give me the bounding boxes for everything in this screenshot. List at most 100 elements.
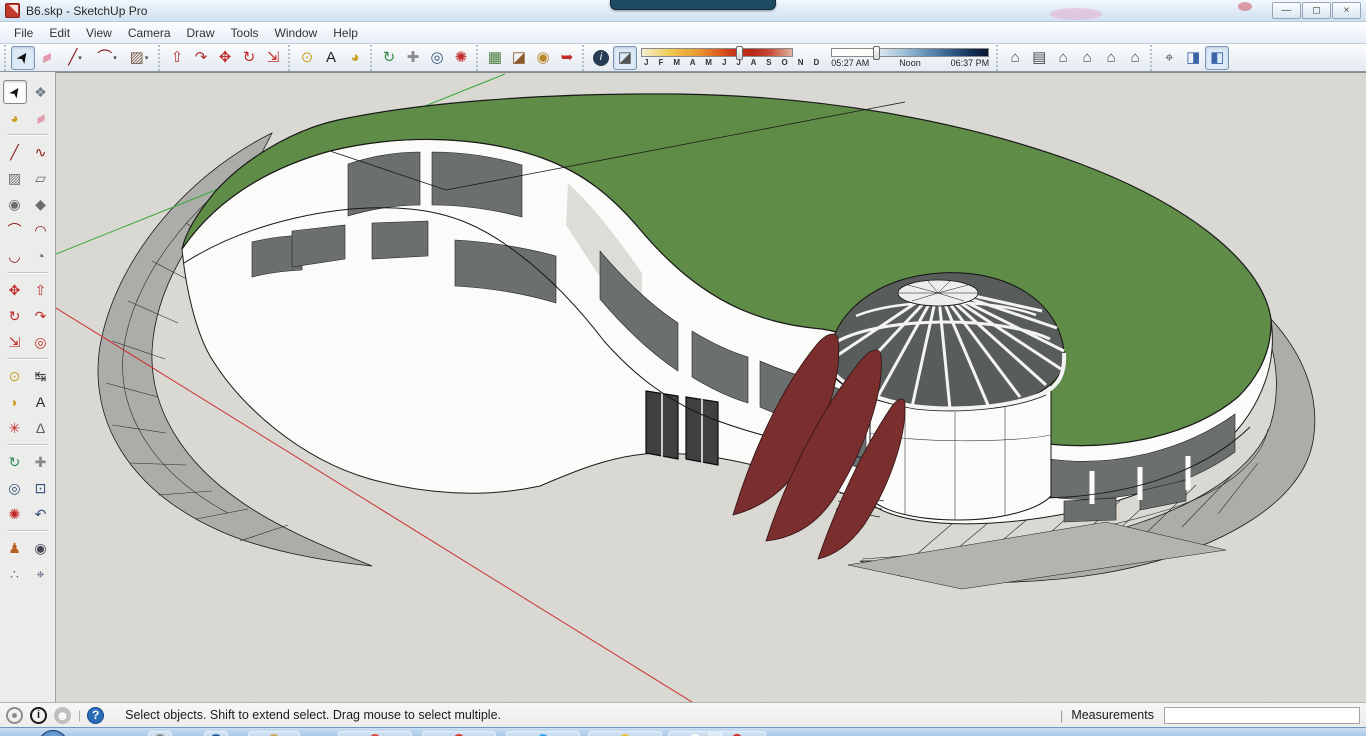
menu-file[interactable]: File bbox=[6, 24, 41, 42]
taskbar-app-9[interactable] bbox=[708, 731, 766, 736]
paint-bucket-tool[interactable]: ◕ bbox=[3, 106, 27, 130]
previous-view-tool[interactable]: ↶ bbox=[29, 502, 53, 526]
month-slider-handle[interactable] bbox=[735, 46, 743, 60]
section-plane-tool[interactable]: ⌖ bbox=[29, 562, 53, 586]
dropdown-caret-icon[interactable]: ▾ bbox=[78, 54, 82, 62]
pie-tool[interactable]: ◔ bbox=[29, 244, 53, 268]
pan-tool[interactable]: ✚ bbox=[401, 46, 425, 70]
taskbar-app-2[interactable] bbox=[204, 731, 228, 736]
menu-camera[interactable]: Camera bbox=[120, 24, 179, 42]
sign-in-icon[interactable]: ☻ bbox=[54, 706, 71, 724]
model-viewport[interactable] bbox=[55, 72, 1366, 708]
view-iso-button[interactable]: ⌂ bbox=[1003, 46, 1027, 70]
tape-measure-tool[interactable]: ⊙ bbox=[3, 364, 27, 388]
line-tool[interactable]: ╱ bbox=[3, 140, 27, 164]
taskbar-app-4[interactable] bbox=[338, 731, 412, 736]
view-back-button[interactable]: ⌂ bbox=[1099, 46, 1123, 70]
rectangle-tool[interactable]: ▨ ▾ bbox=[123, 46, 155, 70]
two-point-arc-tool[interactable]: ◠ bbox=[29, 218, 53, 242]
taskbar-app-3[interactable] bbox=[248, 731, 300, 736]
rotate-tool[interactable]: ↻ bbox=[237, 46, 261, 70]
geolocation-icon[interactable] bbox=[6, 706, 23, 724]
menu-draw[interactable]: Draw bbox=[179, 24, 223, 42]
three-point-arc-tool[interactable]: ◡ bbox=[3, 244, 27, 268]
taskbar-app-7[interactable] bbox=[588, 731, 662, 736]
zoom-tool[interactable]: ◎ bbox=[425, 46, 449, 70]
scale-tool[interactable]: ⇲ bbox=[261, 46, 285, 70]
dropdown-caret-icon[interactable]: ▾ bbox=[113, 54, 117, 62]
text-tool[interactable]: A bbox=[319, 46, 343, 70]
move-tool[interactable]: ✥ bbox=[3, 278, 27, 302]
push-pull-tool[interactable]: ⇧ bbox=[165, 46, 189, 70]
follow-me-tool[interactable]: ↷ bbox=[29, 304, 53, 328]
view-left-button[interactable]: ⌂ bbox=[1123, 46, 1147, 70]
walk-tool[interactable]: ∴ bbox=[3, 562, 27, 586]
photo-textures-button[interactable]: ◉ bbox=[531, 46, 555, 70]
text-tool[interactable]: A bbox=[29, 390, 53, 414]
taskbar-app-1[interactable] bbox=[148, 731, 172, 736]
menu-edit[interactable]: Edit bbox=[41, 24, 78, 42]
zoom-extents-tool[interactable]: ✺ bbox=[3, 502, 27, 526]
measurements-input[interactable] bbox=[1164, 706, 1360, 724]
display-section-cuts-button[interactable]: ◧ bbox=[1205, 45, 1230, 70]
taskbar-app-5[interactable] bbox=[422, 731, 496, 736]
scale-tool[interactable]: ⇲ bbox=[3, 330, 27, 354]
pan-tool[interactable]: ✚ bbox=[29, 450, 53, 474]
eraser-tool[interactable]: ▰ bbox=[35, 46, 59, 70]
shadow-month-slider[interactable] bbox=[641, 46, 793, 60]
zoom-extents-tool[interactable]: ✺ bbox=[449, 46, 473, 70]
follow-me-tool[interactable]: ↷ bbox=[189, 46, 213, 70]
display-section-planes-button[interactable]: ◨ bbox=[1181, 46, 1205, 70]
toggle-terrain-button[interactable]: ◪ bbox=[507, 46, 531, 70]
zoom-window-tool[interactable]: ⊡ bbox=[29, 476, 53, 500]
eraser-tool[interactable]: ▰ bbox=[29, 106, 53, 130]
view-top-button[interactable]: ▤ bbox=[1027, 46, 1051, 70]
menu-view[interactable]: View bbox=[78, 24, 120, 42]
shadow-time-slider[interactable] bbox=[831, 45, 990, 60]
orbit-tool[interactable]: ↻ bbox=[3, 450, 27, 474]
rotate-tool[interactable]: ↻ bbox=[3, 304, 27, 328]
rectangle-tool[interactable]: ▨ bbox=[3, 166, 27, 190]
claim-credit-icon[interactable]: i bbox=[30, 706, 47, 724]
orbit-tool[interactable]: ↻ bbox=[377, 46, 401, 70]
close-button[interactable]: × bbox=[1332, 2, 1361, 19]
tape-measure-tool[interactable]: ⊙ bbox=[295, 46, 319, 70]
help-icon[interactable]: ? bbox=[87, 706, 105, 724]
paint-bucket-tool[interactable]: ◕ bbox=[343, 46, 367, 70]
offset-tool[interactable]: ◎ bbox=[29, 330, 53, 354]
minimize-button[interactable]: — bbox=[1272, 2, 1301, 19]
restore-button[interactable]: ◻ bbox=[1302, 2, 1331, 19]
polygon-tool[interactable]: ◆ bbox=[29, 192, 53, 216]
move-tool[interactable]: ✥ bbox=[213, 46, 237, 70]
add-location-button[interactable]: ▦ bbox=[483, 46, 507, 70]
view-front-button[interactable]: ⌂ bbox=[1051, 46, 1075, 70]
menu-window[interactable]: Window bbox=[267, 24, 326, 42]
shadow-settings-button[interactable]: i bbox=[589, 46, 613, 70]
select-tool[interactable]: ➤ bbox=[11, 45, 35, 70]
view-right-button[interactable]: ⌂ bbox=[1075, 46, 1099, 70]
start-orb[interactable] bbox=[38, 730, 68, 736]
select-tool[interactable]: ➤ bbox=[2, 80, 27, 104]
position-camera-tool[interactable]: ♟ bbox=[3, 536, 27, 560]
dimension-tool[interactable]: ↹ bbox=[29, 364, 53, 388]
taskbar-app-6[interactable] bbox=[506, 731, 580, 736]
circle-tool[interactable]: ◉ bbox=[3, 192, 27, 216]
line-tool[interactable]: ╱ ▾ bbox=[59, 46, 91, 70]
time-slider-handle[interactable] bbox=[873, 45, 881, 60]
protractor-tool[interactable]: ◗ bbox=[3, 390, 27, 414]
dropdown-caret-icon[interactable]: ▾ bbox=[145, 54, 149, 62]
zoom-tool[interactable]: ◎ bbox=[3, 476, 27, 500]
three-d-text-tool[interactable]: Δ bbox=[29, 416, 53, 440]
arc-tool[interactable]: ⌒ bbox=[3, 218, 27, 242]
make-component-tool[interactable]: ❖ bbox=[29, 80, 53, 104]
windows-taskbar[interactable] bbox=[0, 727, 1366, 736]
share-model-button[interactable]: ➥ bbox=[555, 46, 579, 70]
push-pull-tool[interactable]: ⇧ bbox=[29, 278, 53, 302]
look-around-tool[interactable]: ◉ bbox=[29, 536, 53, 560]
freehand-tool[interactable]: ∿ bbox=[29, 140, 53, 164]
menu-help[interactable]: Help bbox=[325, 24, 366, 42]
shadow-toggle-button[interactable]: ◪ bbox=[613, 45, 637, 70]
menu-tools[interactable]: Tools bbox=[223, 24, 267, 42]
axes-tool[interactable]: ✳ bbox=[3, 416, 27, 440]
arc-tool[interactable]: ⌒ ▾ bbox=[91, 46, 123, 70]
